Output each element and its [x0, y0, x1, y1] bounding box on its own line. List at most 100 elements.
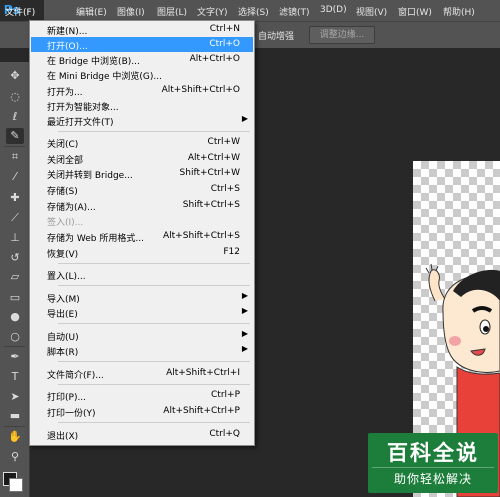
menu-select[interactable]: 选择(S)	[238, 5, 269, 18]
menu-item-close[interactable]: 关闭(C) Ctrl+W	[31, 135, 253, 150]
menu-item-place[interactable]: 置入(L)...	[31, 267, 253, 282]
menu-item-revert[interactable]: 恢复(V) F12	[31, 245, 253, 260]
menu-separator	[58, 263, 250, 264]
move-tool-icon[interactable]: ✥	[6, 68, 24, 84]
menu-item-save-for-web[interactable]: 存储为 Web 所用格式... Alt+Shift+Ctrl+S	[31, 229, 253, 244]
clone-stamp-tool-icon[interactable]: ⊥	[6, 230, 24, 246]
menu-item-shortcut: Alt+Ctrl+W	[187, 153, 240, 163]
menu-item-close-all[interactable]: 关闭全部 Alt+Ctrl+W	[31, 151, 253, 166]
eyedropper-tool-icon[interactable]: ⁄	[6, 169, 24, 185]
dodge-tool-icon[interactable]: ○	[6, 329, 24, 345]
menu-item-shortcut: Ctrl+N	[209, 24, 240, 34]
menu-separator	[58, 422, 250, 423]
lasso-tool-icon[interactable]: ℓ	[6, 109, 24, 125]
menu-3d[interactable]: 3D(D)	[320, 5, 347, 15]
history-brush-tool-icon[interactable]: ↺	[6, 250, 24, 266]
menu-item-shortcut: Alt+Shift+Ctrl+S	[163, 231, 240, 241]
menu-item-shortcut: Alt+Ctrl+O	[189, 54, 240, 64]
menu-item-label: 关闭并转到 Bridge...	[47, 171, 133, 181]
menu-item-label: 打印一份(Y)	[47, 409, 96, 419]
path-selection-tool-icon[interactable]: ➤	[6, 389, 24, 405]
menu-layer[interactable]: 图层(L)	[157, 5, 187, 18]
submenu-arrow-icon: ▶	[241, 344, 248, 353]
toolbar-divider	[4, 146, 25, 147]
menu-item-label: 打开为...	[47, 88, 83, 98]
menu-item-close-go-bridge[interactable]: 关闭并转到 Bridge... Shift+Ctrl+W	[31, 166, 253, 181]
menu-item-shortcut: F12	[223, 247, 240, 257]
menu-item-scripts[interactable]: 脚本(R) ▶	[31, 343, 253, 358]
menu-separator	[58, 361, 250, 362]
menu-separator	[58, 285, 250, 286]
menu-item-shortcut: Ctrl+Q	[209, 429, 240, 439]
menu-item-print-one[interactable]: 打印一份(Y) Alt+Shift+Ctrl+P	[31, 404, 253, 419]
brush-tool-icon[interactable]: ⟋	[6, 210, 24, 226]
menu-item-label: 自动(U)	[47, 333, 79, 343]
file-menu-dropdown: 新建(N)... Ctrl+N 打开(O)... Ctrl+O 在 Bridge 中…	[29, 20, 255, 446]
healing-brush-tool-icon[interactable]: ✚	[6, 190, 24, 206]
submenu-arrow-icon: ▶	[241, 329, 248, 338]
blur-tool-icon[interactable]: ●	[6, 309, 24, 325]
menu-item-label: 导出(E)	[47, 310, 78, 320]
menu-item-open-smart-object[interactable]: 打开为智能对象...	[31, 98, 253, 113]
menu-item-save-as[interactable]: 存储为(A)... Shift+Ctrl+S	[31, 198, 253, 213]
shape-tool-icon[interactable]: ▬	[6, 408, 24, 424]
menu-item-export[interactable]: 导出(E) ▶	[31, 305, 253, 320]
menu-item-shortcut: Shift+Ctrl+W	[179, 168, 240, 178]
tools-panel: ✥ ◌ ℓ ✎ ⌗ ⁄ ✚ ⟋ ⊥ ↺ ▱ ▭ ● ○ ✒ T ➤ ▬ ✋ ⚲	[0, 62, 30, 497]
menu-item-import[interactable]: 导入(M) ▶	[31, 290, 253, 305]
watermark-divider	[372, 467, 494, 468]
menu-item-label: 在 Bridge 中浏览(B)...	[47, 57, 140, 67]
marquee-tool-icon[interactable]: ◌	[6, 89, 24, 105]
menu-item-shortcut: Alt+Shift+Ctrl+P	[163, 406, 240, 416]
menu-item-automate[interactable]: 自动(U) ▶	[31, 328, 253, 343]
menu-item-open-as[interactable]: 打开为... Alt+Shift+Ctrl+O	[31, 83, 253, 98]
menu-item-open[interactable]: 打开(O)... Ctrl+O	[31, 37, 253, 52]
menu-view[interactable]: 视图(V)	[356, 5, 387, 18]
menu-image[interactable]: 图像(I)	[117, 5, 145, 18]
menu-item-shortcut: Alt+Shift+Ctrl+I	[166, 368, 240, 378]
menu-item-shortcut: Alt+Shift+Ctrl+O	[161, 85, 240, 95]
quick-selection-tool-icon[interactable]: ✎	[6, 128, 24, 144]
menu-item-label: 置入(L)...	[47, 272, 86, 282]
menu-item-open-recent[interactable]: 最近打开文件(T) ▶	[31, 113, 253, 128]
watermark-subtitle: 助你轻松解决	[393, 472, 472, 486]
submenu-arrow-icon: ▶	[241, 306, 248, 315]
menu-item-shortcut: Ctrl+S	[210, 184, 240, 194]
type-tool-icon[interactable]: T	[6, 369, 24, 385]
gradient-tool-icon[interactable]: ▭	[6, 290, 24, 306]
menu-item-new[interactable]: 新建(N)... Ctrl+N	[31, 22, 253, 37]
menu-item-print[interactable]: 打印(P)... Ctrl+P	[31, 388, 253, 403]
menu-item-check-in: 签入(I)...	[31, 213, 253, 228]
menu-item-label: 在 Mini Bridge 中浏览(G)...	[47, 72, 162, 82]
auto-enhance-option[interactable]: 自动增强	[258, 29, 294, 42]
menu-bar: Ps 文件(F) 编辑(E) 图像(I) 图层(L) 文字(Y) 选择(S) 滤…	[0, 0, 500, 21]
menu-item-shortcut: Ctrl+W	[207, 137, 240, 147]
menu-item-save[interactable]: 存储(S) Ctrl+S	[31, 182, 253, 197]
menu-help[interactable]: 帮助(H)	[443, 5, 475, 18]
crop-tool-icon[interactable]: ⌗	[6, 149, 24, 165]
menu-item-label: 恢复(V)	[47, 250, 79, 260]
menu-filter[interactable]: 滤镜(T)	[279, 5, 310, 18]
menu-separator	[58, 131, 250, 132]
menu-item-label: 文件简介(F)...	[47, 371, 104, 381]
menu-item-browse-mini-bridge[interactable]: 在 Mini Bridge 中浏览(G)...	[31, 67, 253, 82]
menu-window[interactable]: 窗口(W)	[398, 5, 432, 18]
menu-type[interactable]: 文字(Y)	[197, 5, 228, 18]
menu-item-exit[interactable]: 退出(X) Ctrl+Q	[31, 427, 253, 442]
menu-item-label: 脚本(R)	[47, 348, 79, 358]
menu-item-label: 关闭全部	[47, 156, 84, 166]
zoom-tool-icon[interactable]: ⚲	[6, 449, 24, 465]
menu-item-browse-bridge[interactable]: 在 Bridge 中浏览(B)... Alt+Ctrl+O	[31, 52, 253, 67]
pen-tool-icon[interactable]: ✒	[6, 349, 24, 365]
background-color-swatch[interactable]	[9, 478, 23, 492]
watermark-title: 百科全说	[387, 441, 479, 465]
menu-item-label: 导入(M)	[47, 295, 80, 305]
menu-item-file-info[interactable]: 文件简介(F)... Alt+Shift+Ctrl+I	[31, 366, 253, 381]
refine-edge-button[interactable]: 调整边缘...	[309, 26, 375, 44]
eraser-tool-icon[interactable]: ▱	[6, 269, 24, 285]
menu-edit[interactable]: 编辑(E)	[76, 5, 107, 18]
menu-item-label: 退出(X)	[47, 432, 79, 442]
hand-tool-icon[interactable]: ✋	[6, 429, 24, 445]
toolbar-divider	[4, 346, 25, 347]
menu-item-label: 存储为 Web 所用格式...	[47, 234, 144, 244]
